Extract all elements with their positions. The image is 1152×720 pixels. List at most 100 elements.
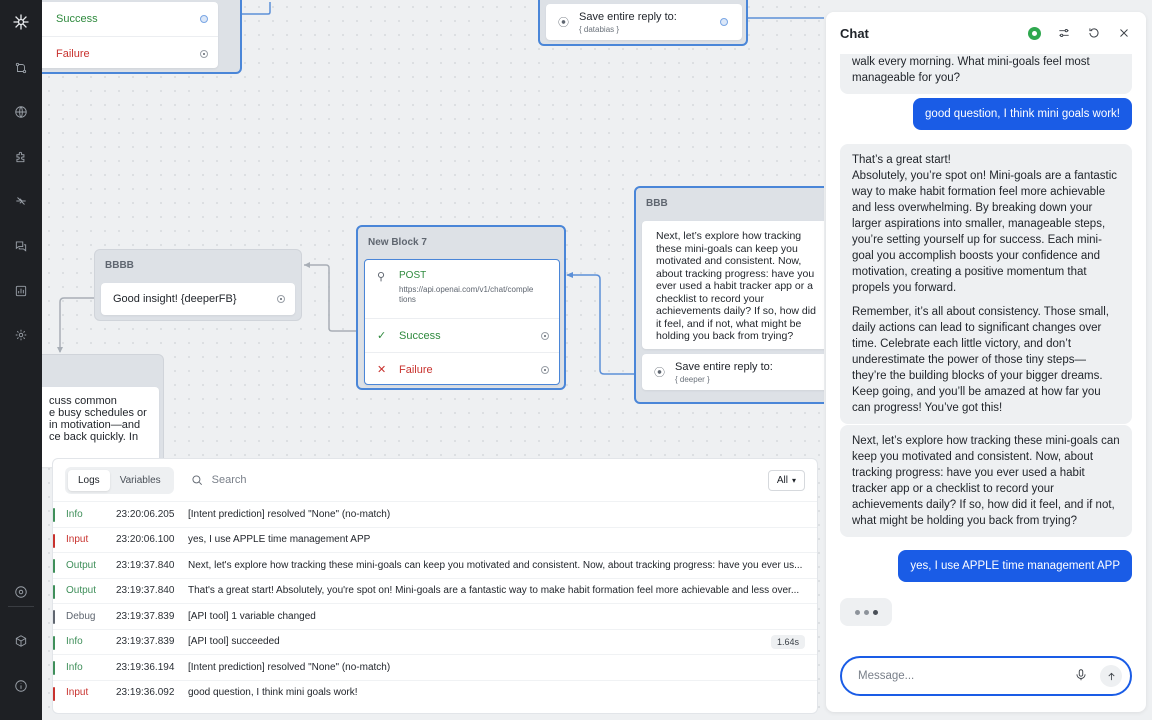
log-level: Info: [66, 636, 83, 648]
log-timestamp: 23:20:06.205: [116, 508, 175, 520]
capture-icon: ⦿: [558, 17, 569, 29]
log-timestamp: 23:19:36.194: [116, 661, 175, 673]
failure-port-row[interactable]: ✕ Failure: [42, 36, 218, 70]
microphone-icon[interactable]: [1074, 668, 1088, 685]
text-line: checklist to record your: [656, 292, 764, 305]
message-text: Absolutely, you’re spot on! Mini-goals a…: [852, 170, 1118, 294]
text-line: these mini-goals can keep you: [656, 242, 798, 255]
success-port-handle[interactable]: [541, 331, 549, 340]
tab-logs[interactable]: Logs: [68, 469, 110, 491]
http-method: POST: [399, 270, 427, 281]
success-port-row[interactable]: ✓ Success: [365, 318, 559, 352]
message-card[interactable]: Good insight! {deeperFB}: [101, 283, 295, 315]
log-row[interactable]: Output 23:19:37.840 That's a great start! …: [53, 577, 817, 604]
failure-port-handle[interactable]: [200, 49, 208, 58]
message-text: Next, let’s explore how tracking these m…: [852, 435, 1120, 527]
log-level-marker: [53, 533, 55, 548]
save-reply-variable: { databias }: [579, 24, 620, 34]
flow-block-new-block-7[interactable]: New Block 7 ⚲ POST https://api.openai.co…: [356, 225, 566, 390]
text-line: e busy schedules or: [49, 407, 147, 419]
arrow-up-icon: [1107, 672, 1115, 680]
success-port-handle[interactable]: [200, 15, 208, 23]
globe-icon[interactable]: [11, 102, 31, 122]
chat-messages: walk every morning. What mini-goals feel…: [826, 12, 1146, 652]
message-card[interactable]: Next, let’s explore how tracking these m…: [642, 221, 824, 349]
log-level-marker: [53, 508, 55, 522]
log-level: Info: [66, 508, 83, 520]
chat-panel: walk every morning. What mini-goals feel…: [826, 12, 1146, 712]
log-row[interactable]: Info 23:19:36.194 [Intent prediction] reso…: [53, 654, 817, 680]
user-message: yes, I use APPLE time management APP: [898, 550, 1132, 582]
api-step-card[interactable]: ⚲ POST https://api.openai.com/v1/chat/co…: [364, 259, 560, 385]
flow-block-left-partial[interactable]: cuss common e busy schedules or in motiv…: [42, 354, 164, 467]
tune-icon[interactable]: [1056, 25, 1072, 41]
status-indicator[interactable]: [1026, 25, 1042, 41]
log-row[interactable]: Debug 23:19:37.839 [API tool] 1 variable c…: [53, 603, 817, 629]
save-port-handle[interactable]: [720, 18, 728, 26]
settings-icon[interactable]: [11, 325, 31, 345]
log-message: Next, let's explore how tracking these m…: [188, 559, 803, 571]
check-icon: ✓: [377, 330, 387, 342]
tab-variables[interactable]: Variables: [110, 470, 171, 491]
flow-block-top-center[interactable]: ⦿ Save entire reply to: { databias }: [538, 0, 748, 46]
log-timestamp: 23:19:37.839: [116, 636, 175, 648]
log-level-filter[interactable]: All ▾: [767, 469, 805, 491]
log-level: Input: [66, 687, 89, 699]
bot-message: Next, let’s explore how tracking these m…: [840, 425, 1132, 537]
log-message: yes, I use APPLE time management APP: [188, 534, 371, 546]
message-port-handle[interactable]: [277, 295, 285, 303]
restart-icon[interactable]: [1086, 25, 1102, 41]
save-reply-card[interactable]: ⦿ Save entire reply to: { databias }: [546, 4, 742, 40]
info-icon[interactable]: [11, 676, 31, 696]
log-row[interactable]: Info 23:20:06.205 [Intent prediction] reso…: [53, 501, 817, 527]
flow-block-bbbb[interactable]: BBBB Good insight! {deeperFB}: [94, 249, 302, 321]
log-level: Debug: [66, 610, 96, 622]
send-button[interactable]: [1100, 665, 1122, 687]
puzzle-icon[interactable]: [11, 147, 31, 167]
text-line: about tracking progress: have you: [656, 267, 815, 280]
failure-port-handle[interactable]: [541, 365, 549, 374]
flow-block-bbb[interactable]: BBB Next, let’s explore how tracking the…: [634, 186, 824, 404]
analytics-icon[interactable]: [11, 281, 31, 301]
log-row[interactable]: Output 23:19:37.840 Next, let's explore ho…: [53, 552, 817, 578]
log-row[interactable]: Input 23:20:06.100 yes, I use APPLE time m…: [53, 526, 817, 553]
search-input[interactable]: [211, 474, 512, 486]
message-input[interactable]: [858, 670, 1074, 682]
failure-port-row[interactable]: ✕ Failure: [365, 352, 559, 386]
integrations-icon[interactable]: [11, 191, 31, 211]
log-rows: Info 23:20:06.205 [Intent prediction] reso…: [53, 501, 817, 705]
text-line: Next, let’s explore how tracking: [656, 230, 802, 242]
log-message: That's a great start! Absolutely, you're…: [188, 585, 800, 597]
logo-icon[interactable]: [11, 12, 31, 32]
log-row[interactable]: Input 23:19:36.092 good question, I think …: [53, 679, 817, 706]
success-port-row[interactable]: ✓ Success: [42, 2, 218, 36]
save-reply-card[interactable]: ⦿ Save entire reply to: { deeper }: [642, 354, 824, 390]
log-level-marker: [53, 559, 55, 573]
help-circle-icon[interactable]: [11, 582, 31, 602]
webhook-icon: ⚲: [377, 271, 386, 283]
text-line: it feel, and if not, what might be: [656, 317, 802, 330]
log-level-marker: [53, 686, 55, 701]
flows-icon[interactable]: [11, 58, 31, 78]
status-dot-icon: [1027, 26, 1041, 40]
text-line: ever used a habit tracker app or a: [656, 280, 814, 292]
message-text: Remember, it’s all about consistency. Th…: [852, 306, 1109, 414]
log-timestamp: 23:19:37.840: [116, 585, 175, 597]
text-line: ce back quickly. In: [49, 431, 139, 443]
logs-panel: Logs Variables All ▾ Info 23:20:06.205 [In…: [52, 458, 818, 714]
close-icon[interactable]: [1116, 25, 1132, 41]
block-ports-card: ✓ Success ✕ Failure: [42, 2, 218, 68]
api-request-row[interactable]: ⚲ POST https://api.openai.com/v1/chat/co…: [365, 260, 559, 318]
cube-icon[interactable]: [11, 631, 31, 651]
block-title: BBB: [646, 198, 668, 209]
log-timestamp: 23:19:37.839: [116, 610, 175, 622]
log-message: [Intent prediction] resolved "None" (no-…: [188, 508, 391, 520]
message-composer: [840, 656, 1132, 696]
log-row[interactable]: Info 23:19:37.839 [API tool] succeeded 1.64…: [53, 628, 817, 655]
log-level-marker: [53, 635, 55, 650]
text-line: achievements daily? If so, how did: [656, 305, 816, 317]
check-icon: ✓: [42, 13, 48, 26]
chat-bubbles-icon[interactable]: [11, 236, 31, 256]
flow-block-top-left[interactable]: ✓ Success ✕ Failure: [42, 0, 242, 74]
message-card: cuss common e busy schedules or in motiv…: [42, 387, 159, 467]
